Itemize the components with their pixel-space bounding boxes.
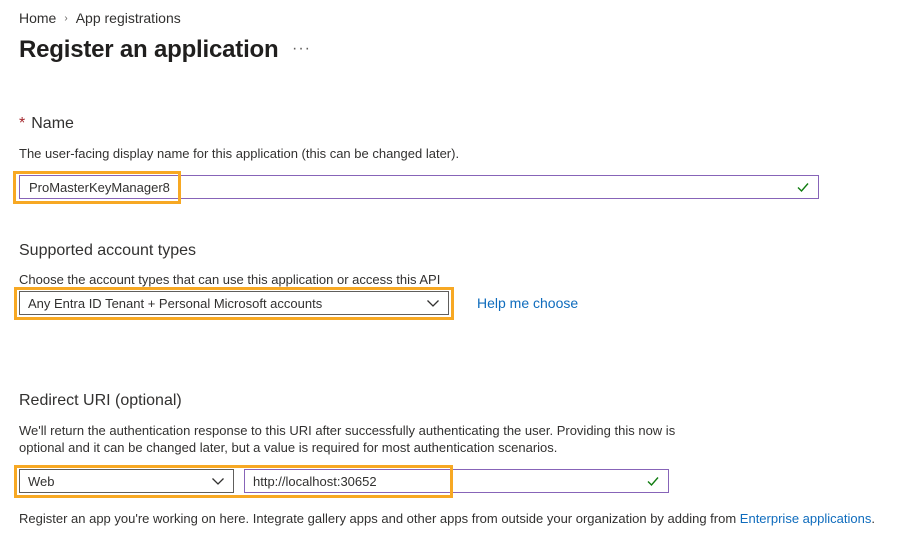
enterprise-applications-link[interactable]: Enterprise applications [740, 511, 872, 526]
account-types-title: Supported account types [19, 242, 197, 259]
redirect-uri-highlight [14, 465, 453, 498]
required-marker: * [19, 115, 26, 132]
name-input-highlight [13, 171, 181, 204]
footer-text: Register an app you're working on here. … [19, 511, 740, 526]
breadcrumb-home[interactable]: Home [19, 10, 56, 26]
footer-end: . [871, 511, 875, 526]
page-title: Register an application [19, 36, 279, 63]
redirect-uri-description-line2: optional and it can be changed later, bu… [19, 440, 558, 455]
check-icon [797, 183, 809, 193]
more-options-icon[interactable]: ··· [292, 40, 311, 58]
name-section-title: * Name [19, 115, 74, 133]
name-description: The user-facing display name for this ap… [19, 146, 460, 161]
chevron-right-icon: › [64, 12, 68, 24]
breadcrumb-app-registrations[interactable]: App registrations [76, 10, 181, 26]
breadcrumb: Home › App registrations [19, 10, 181, 26]
name-label: Name [31, 115, 74, 132]
footer-note: Register an app you're working on here. … [19, 509, 875, 528]
help-me-choose-link[interactable]: Help me choose [477, 295, 578, 311]
redirect-uri-title: Redirect URI (optional) [19, 392, 182, 409]
account-types-highlight [14, 287, 454, 320]
check-icon [647, 477, 659, 487]
